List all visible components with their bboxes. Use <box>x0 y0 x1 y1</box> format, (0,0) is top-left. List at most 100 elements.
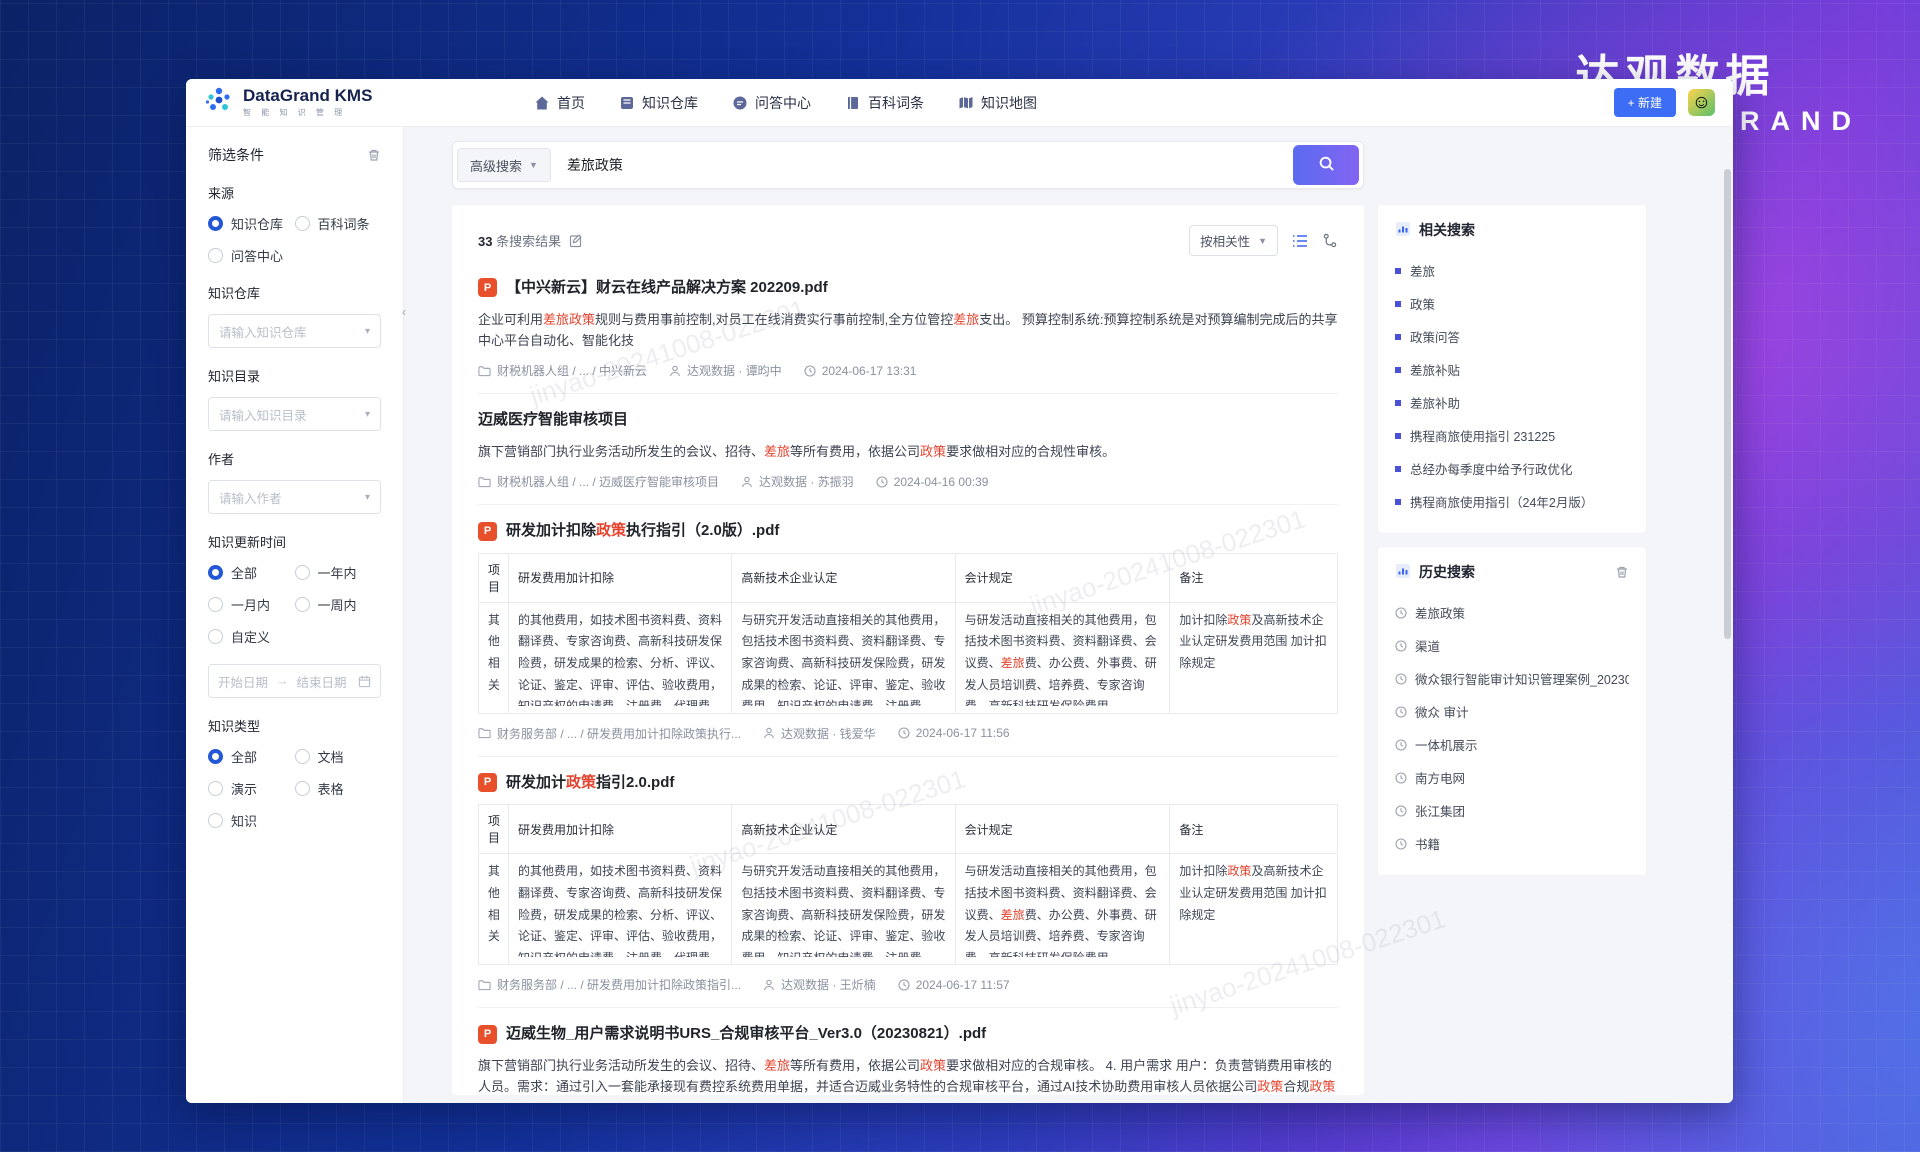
nav-item-5[interactable]: 知识地图 <box>958 93 1037 113</box>
history-search-text: 差旅政策 <box>1415 603 1465 622</box>
related-search-item[interactable]: 携程商旅使用指引（24年2月版） <box>1395 485 1629 518</box>
table-header: 备注 <box>1170 553 1338 602</box>
clock-icon <box>1395 640 1407 652</box>
radio-label: 知识 <box>231 811 257 830</box>
pdf-file-icon: P <box>478 1025 497 1044</box>
result-list: P【中兴新云】财云在线产品解决方案 202209.pdf企业可利用差旅政策规则与… <box>478 262 1338 1095</box>
history-search-item[interactable]: 渠道 <box>1395 629 1629 662</box>
nav-item-3[interactable]: 问答中心 <box>732 93 811 113</box>
pdf-file-icon: P <box>478 773 497 792</box>
source-options: 知识仓库百科词条问答中心 <box>208 214 381 265</box>
result-time: 2024-06-17 11:57 <box>898 978 1010 992</box>
search-input[interactable] <box>551 157 1293 173</box>
bullet-square-icon <box>1395 268 1401 274</box>
catalog-label: 知识目录 <box>208 366 381 385</box>
history-search-item[interactable]: 微众 审计 <box>1395 695 1629 728</box>
graph-view-icon[interactable] <box>1322 233 1338 248</box>
list-view-icon[interactable] <box>1292 234 1308 248</box>
result-title-text: 迈威生物_用户需求说明书URS_合规审核平台_Ver3.0（20230821）.… <box>506 1024 986 1044</box>
sidebar-collapse-button[interactable]: ‹ <box>396 295 412 329</box>
date-range-picker[interactable]: 开始日期 → 结束日期 <box>208 664 381 698</box>
table-cell: 与研发活动直接相关的其他费用，包括技术图书资料费、资料翻译费、会议费、差旅费、办… <box>955 854 1170 965</box>
source-option[interactable]: 问答中心 <box>208 246 295 265</box>
bullet-square-icon <box>1395 334 1401 340</box>
author-label: 作者 <box>208 449 381 468</box>
related-search-item[interactable]: 差旅补助 <box>1395 386 1629 419</box>
search-button[interactable] <box>1293 145 1359 185</box>
knowledge-type-option[interactable]: 文档 <box>295 747 382 766</box>
history-search-item[interactable]: 张江集团 <box>1395 794 1629 827</box>
radio-label: 知识仓库 <box>231 214 283 233</box>
result-title[interactable]: P 迈威生物_用户需求说明书URS_合规审核平台_Ver3.0（20230821）… <box>478 1024 1338 1044</box>
update-time-option[interactable]: 全部 <box>208 563 295 582</box>
avatar[interactable]: ☺ <box>1688 89 1715 116</box>
result-item: P 迈威生物_用户需求说明书URS_合规审核平台_Ver3.0（20230821）… <box>478 1008 1338 1095</box>
result-time: 2024-06-17 13:31 <box>804 364 917 378</box>
result-item: P研发加计扣除政策执行指引（2.0版）.pdf项目研发费用加计扣除高新技术企业认… <box>478 505 1338 757</box>
author-select[interactable]: 请输入作者▾ <box>208 480 381 514</box>
update-time-option[interactable]: 自定义 <box>208 627 295 646</box>
app-header: DataGrand KMS 智 能 知 识 管 理 首页 知识仓库 问答中心 百科词条… <box>186 79 1733 127</box>
logo-mark-icon <box>204 85 234 120</box>
history-search-item[interactable]: 书籍 <box>1395 827 1629 860</box>
export-note-icon[interactable] <box>569 234 583 248</box>
clear-history-icon[interactable] <box>1615 565 1629 579</box>
result-title[interactable]: P【中兴新云】财云在线产品解决方案 202209.pdf <box>478 278 1338 298</box>
related-search-item[interactable]: 政策 <box>1395 287 1629 320</box>
radio-icon <box>208 813 223 828</box>
radio-label: 演示 <box>231 779 257 798</box>
result-snippet: 旗下营销部门执行业务活动所发生的会议、招待、差旅等所有费用，依据公司政策要求做相… <box>478 441 1338 462</box>
related-search-item[interactable]: 差旅 <box>1395 254 1629 287</box>
related-search-text: 总经办每季度中给予行政优化 <box>1410 459 1573 478</box>
knowledge-type-option[interactable]: 表格 <box>295 779 382 798</box>
clock-icon <box>898 979 910 991</box>
clear-filters-icon[interactable] <box>367 148 381 162</box>
radio-icon <box>208 629 223 644</box>
history-search-item[interactable]: 一体机展示 <box>1395 728 1629 761</box>
repo-label: 知识仓库 <box>208 283 381 302</box>
source-option[interactable]: 知识仓库 <box>208 214 295 233</box>
nav-item-1[interactable]: 首页 <box>534 93 585 113</box>
related-search-item[interactable]: 总经办每季度中给予行政优化 <box>1395 452 1629 485</box>
history-search-item[interactable]: 南方电网 <box>1395 761 1629 794</box>
knowledge-type-option[interactable]: 知识 <box>208 811 295 830</box>
radio-icon <box>295 565 310 580</box>
history-search-icon <box>1395 563 1411 582</box>
bullet-square-icon <box>1395 400 1401 406</box>
person-icon <box>669 365 681 377</box>
sort-select[interactable]: 按相关性▼ <box>1189 225 1278 256</box>
new-button[interactable]: + 新建 <box>1614 88 1676 117</box>
vertical-scrollbar[interactable] <box>1724 169 1731 639</box>
folder-icon <box>478 727 491 739</box>
result-meta: 财税机器人组 / ... / 中兴新云达观数据 · 谭昀中2024-06-17 … <box>478 362 1338 379</box>
result-path: 财务服务部 / ... / 研发费用加计扣除政策执行... <box>478 725 741 742</box>
pdf-file-icon: P <box>478 278 497 297</box>
repo-select[interactable]: 请输入知识仓库▾ <box>208 314 381 348</box>
update-time-option[interactable]: 一周内 <box>295 595 382 614</box>
history-search-item[interactable]: 差旅政策 <box>1395 596 1629 629</box>
history-search-item[interactable]: 微众银行智能审计知识管理案例_2023080... <box>1395 662 1629 695</box>
knowledge-type-option[interactable]: 演示 <box>208 779 295 798</box>
table-header: 会计规定 <box>955 805 1170 854</box>
related-search-item[interactable]: 政策问答 <box>1395 320 1629 353</box>
related-search-item[interactable]: 携程商旅使用指引 231225 <box>1395 419 1629 452</box>
update-time-option[interactable]: 一月内 <box>208 595 295 614</box>
update-time-option[interactable]: 一年内 <box>295 563 382 582</box>
result-title[interactable]: P研发加计政策指引2.0.pdf <box>478 773 1338 793</box>
knowledge-type-option[interactable]: 全部 <box>208 747 295 766</box>
nav-item-4[interactable]: 百科词条 <box>845 93 924 113</box>
table-cell: 与研发活动直接相关的其他费用，包括技术图书资料费、资料翻译费、会议费、差旅费、办… <box>955 602 1170 713</box>
related-search-card: 相关搜索 差旅政策政策问答差旅补贴差旅补助携程商旅使用指引 231225总经办每… <box>1378 205 1646 533</box>
result-title[interactable]: 迈威医疗智能审核项目 <box>478 410 1338 430</box>
advanced-search-select[interactable]: 高级搜索▼ <box>457 148 551 182</box>
result-title-text: 迈威医疗智能审核项目 <box>478 410 628 430</box>
bullet-square-icon <box>1395 433 1401 439</box>
app-logo[interactable]: DataGrand KMS 智 能 知 识 管 理 <box>204 85 474 120</box>
related-search-item[interactable]: 差旅补贴 <box>1395 353 1629 386</box>
app-window: DataGrand KMS 智 能 知 识 管 理 首页知识仓库问答中心百科词条… <box>186 79 1733 1103</box>
history-search-text: 书籍 <box>1415 834 1440 853</box>
result-title[interactable]: P研发加计扣除政策执行指引（2.0版）.pdf <box>478 521 1338 541</box>
source-option[interactable]: 百科词条 <box>295 214 382 233</box>
nav-item-2[interactable]: 知识仓库 <box>619 93 698 113</box>
catalog-select[interactable]: 请输入知识目录▾ <box>208 397 381 431</box>
